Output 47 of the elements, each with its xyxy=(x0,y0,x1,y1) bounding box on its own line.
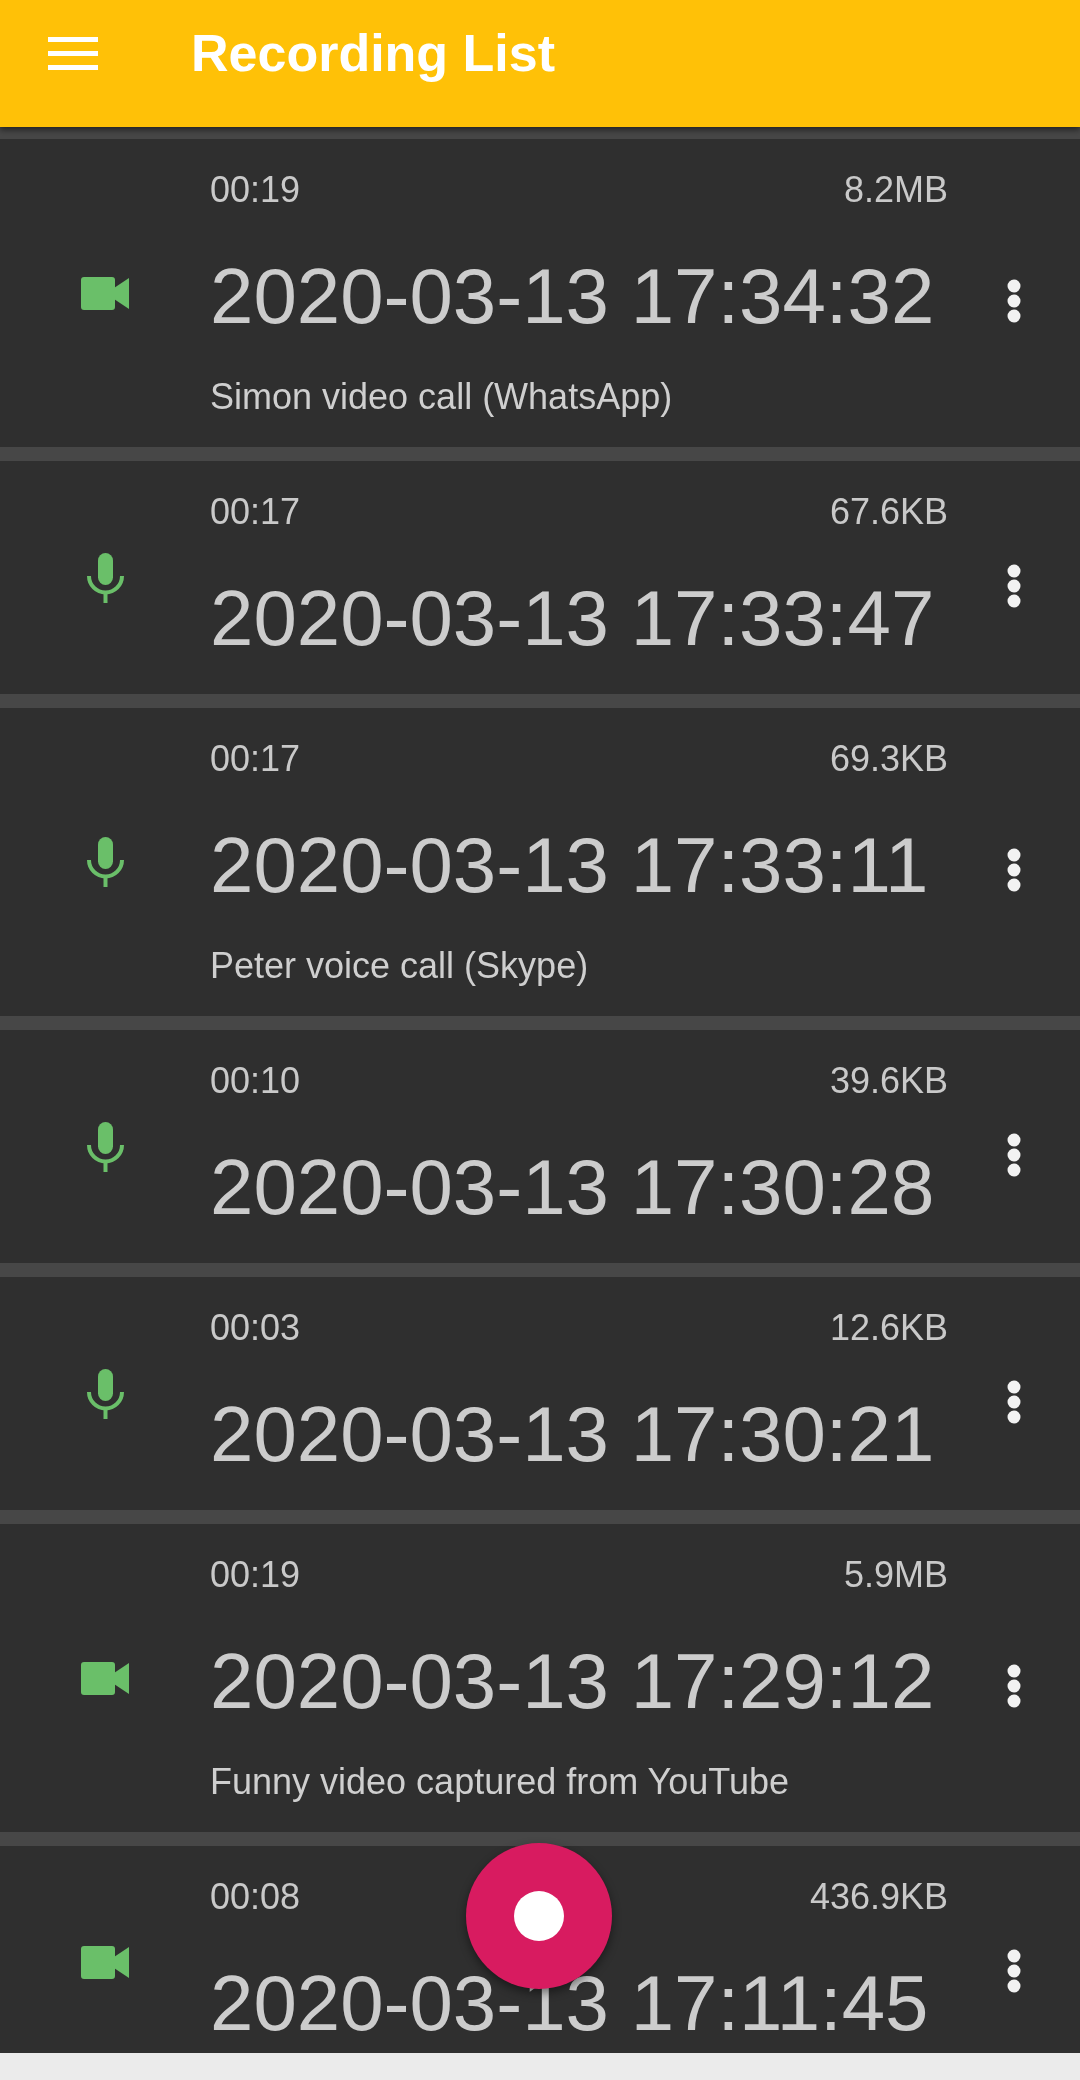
file-size-text: 12.6KB xyxy=(829,1306,948,1350)
recording-date-time: 2020-03-13 17:30:21 xyxy=(210,1389,935,1480)
duration-text: 00:19 xyxy=(210,1553,301,1597)
more-options-icon[interactable] xyxy=(1007,1379,1021,1424)
file-size-text: 39.6KB xyxy=(829,1059,948,1103)
duration-text: 00:17 xyxy=(210,490,301,534)
file-size-text: 69.3KB xyxy=(829,737,948,781)
more-options-icon[interactable] xyxy=(1007,279,1021,323)
record-dot-icon xyxy=(514,1891,564,1941)
video-camera-icon xyxy=(81,1661,129,1695)
recording-card[interactable]: 00:19 5.9MB 2020-03-13 17:29:12 Funny video captured from YouTube xyxy=(0,1524,1080,1832)
duration-text: 00:19 xyxy=(210,168,301,212)
recording-card[interactable]: 00:10 39.6KB 2020-03-13 17:30:28 xyxy=(0,1030,1080,1263)
more-options-icon[interactable] xyxy=(1007,563,1021,608)
file-size-text: 436.9KB xyxy=(809,1875,948,1919)
video-camera-icon xyxy=(81,1946,129,1979)
file-size-text: 5.9MB xyxy=(843,1553,948,1597)
duration-text: 00:10 xyxy=(210,1059,301,1103)
more-options-icon[interactable] xyxy=(1007,1132,1021,1177)
microphone-icon xyxy=(86,1121,124,1172)
more-options-icon[interactable] xyxy=(1007,1948,1021,1993)
recording-note: Funny video captured from YouTube xyxy=(210,1760,790,1804)
recording-note: Peter voice call (Skype) xyxy=(210,944,589,988)
file-size-text: 67.6KB xyxy=(829,490,948,534)
recording-card[interactable]: 00:19 8.2MB 2020-03-13 17:34:32 Simon video call (WhatsApp) xyxy=(0,139,1080,447)
microphone-icon xyxy=(86,837,124,887)
recording-card[interactable]: 00:17 69.3KB 2020-03-13 17:33:11 Peter voice call (Skype) xyxy=(0,708,1080,1016)
video-camera-icon xyxy=(81,276,129,310)
recording-date-time: 2020-03-13 17:33:11 xyxy=(210,820,929,911)
duration-text: 00:03 xyxy=(210,1306,301,1350)
more-options-icon[interactable] xyxy=(1007,848,1021,892)
recording-card[interactable]: 00:03 12.6KB 2020-03-13 17:30:21 xyxy=(0,1277,1080,1510)
more-options-icon[interactable] xyxy=(1007,1664,1021,1708)
recording-date-time: 2020-03-13 17:33:47 xyxy=(210,573,935,664)
recording-date-time: 2020-03-13 17:11:45 xyxy=(210,1958,929,2049)
recording-date-time: 2020-03-13 17:29:12 xyxy=(210,1636,935,1727)
recording-note: Simon video call (WhatsApp) xyxy=(210,375,673,419)
recording-card[interactable]: 00:08 436.9KB 2020-03-13 17:11:45 xyxy=(0,1846,1080,2053)
duration-text: 00:17 xyxy=(210,737,301,781)
app-title: Recording List xyxy=(191,23,556,83)
recording-card[interactable]: 00:17 67.6KB 2020-03-13 17:33:47 xyxy=(0,461,1080,694)
file-size-text: 8.2MB xyxy=(843,168,948,212)
recording-date-time: 2020-03-13 17:30:28 xyxy=(210,1142,935,1233)
recording-date-time: 2020-03-13 17:34:32 xyxy=(210,251,935,342)
microphone-icon xyxy=(86,1368,124,1419)
duration-text: 00:08 xyxy=(210,1875,301,1919)
microphone-icon xyxy=(86,552,124,603)
